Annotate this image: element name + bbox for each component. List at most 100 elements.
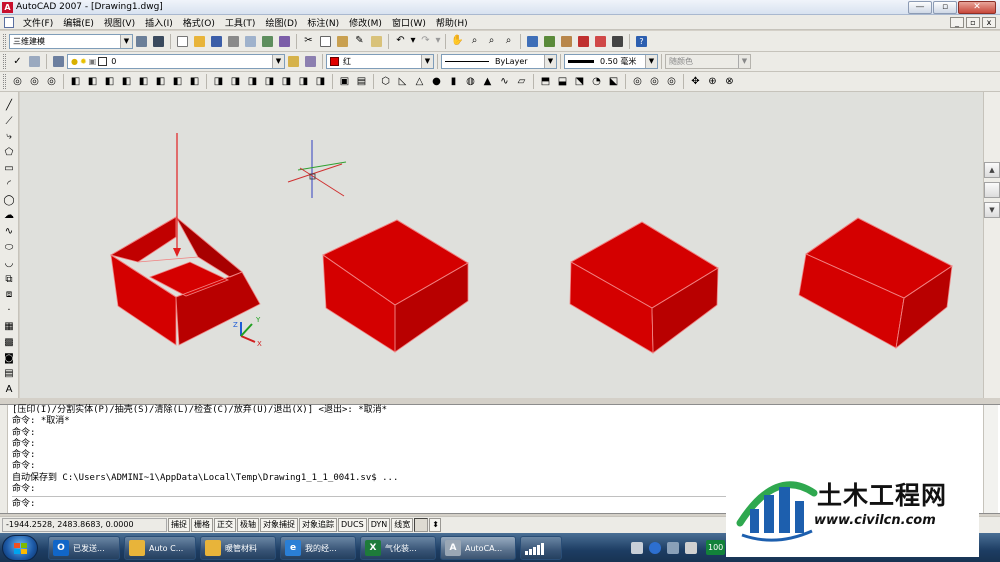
model-layout-icon[interactable] — [414, 518, 429, 532]
taskbar-item-autocad[interactable]: A AutoCA... — [440, 536, 516, 560]
copy-faces-icon[interactable]: ◧ — [170, 74, 185, 89]
helix-icon[interactable]: ∿ — [497, 74, 512, 89]
workspace-settings-icon[interactable] — [134, 34, 149, 49]
menu-edit[interactable]: 编辑(E) — [58, 16, 99, 29]
construction-line-icon[interactable]: ⟋ — [2, 115, 17, 129]
menu-tools[interactable]: 工具(T) — [220, 16, 261, 29]
markup-icon[interactable] — [593, 34, 608, 49]
subtract-solid-icon[interactable]: ◎ — [647, 74, 662, 89]
zoom-window-icon[interactable]: ⌕ — [484, 34, 499, 49]
color-edges-icon[interactable]: ◨ — [228, 74, 243, 89]
gradient-icon[interactable]: ▩ — [2, 336, 17, 350]
undo-icon[interactable]: ↶ — [393, 34, 408, 49]
ducs-toggle[interactable]: DUCS — [338, 518, 367, 532]
box-solid-4[interactable] — [798, 217, 953, 349]
paste-icon[interactable] — [335, 34, 350, 49]
box-primitive-icon[interactable]: ⬡ — [378, 74, 393, 89]
minimize-button[interactable]: — — [908, 0, 932, 14]
workspace-select[interactable]: 三维建模 ▼ — [9, 33, 133, 49]
tool-palettes-icon[interactable] — [559, 34, 574, 49]
union-solid-icon[interactable]: ◎ — [630, 74, 645, 89]
shell-icon[interactable]: ◨ — [296, 74, 311, 89]
new-file-icon[interactable] — [175, 34, 190, 49]
help-icon[interactable] — [649, 542, 661, 554]
multiline-text-icon[interactable]: A — [2, 383, 17, 397]
extrude-icon[interactable]: ⬒ — [538, 74, 553, 89]
restore-button[interactable]: ▫ — [933, 0, 957, 14]
network-icon[interactable] — [667, 542, 679, 554]
wedge-icon[interactable]: ◺ — [395, 74, 410, 89]
dyn-toggle[interactable]: DYN — [367, 518, 391, 532]
presspull-icon[interactable]: ⬓ — [555, 74, 570, 89]
snap-toggle[interactable]: 捕捉 — [168, 518, 190, 532]
sphere-icon[interactable]: ● — [429, 74, 444, 89]
drawing-vertical-scrollbar[interactable]: ▲ ▼ — [983, 92, 1000, 398]
taper-faces-icon[interactable]: ◧ — [153, 74, 168, 89]
extrude-faces-icon[interactable]: ◧ — [68, 74, 83, 89]
line-icon[interactable]: ╱ — [2, 99, 17, 113]
color-faces-icon[interactable]: ◧ — [187, 74, 202, 89]
insert-block-icon[interactable]: ⧉ — [2, 273, 17, 287]
polygon-icon[interactable]: ⬠ — [2, 146, 17, 160]
block-editor-icon[interactable] — [369, 34, 384, 49]
volume-icon[interactable] — [685, 542, 697, 554]
separate-icon[interactable]: ◨ — [279, 74, 294, 89]
check-icon[interactable]: ◨ — [313, 74, 328, 89]
cylinder-icon[interactable]: ▮ — [446, 74, 461, 89]
drawing-close-button[interactable]: x — [982, 17, 996, 28]
drawing-area[interactable]: X Y Z — [20, 92, 983, 398]
start-button[interactable] — [2, 535, 38, 561]
layer-select[interactable]: ● ✹ ▣ 0 ▼ — [67, 54, 285, 69]
pyramid-icon[interactable]: ▲ — [480, 74, 495, 89]
3d-rotate-icon[interactable]: ⊕ — [705, 74, 720, 89]
arc-icon[interactable]: ◜ — [2, 178, 17, 192]
battery-indicator[interactable]: 100 — [706, 540, 726, 555]
taskbar-item-outlook[interactable]: O 已发送... — [48, 536, 120, 560]
toolbar-grip[interactable] — [3, 74, 6, 89]
menu-window[interactable]: 窗口(W) — [387, 16, 431, 29]
move-faces-icon[interactable]: ◧ — [85, 74, 100, 89]
keyboard-icon[interactable] — [631, 542, 643, 554]
hatch-icon[interactable]: ▦ — [2, 320, 17, 334]
command-window-grip[interactable] — [0, 405, 8, 513]
3d-move-icon[interactable]: ✥ — [688, 74, 703, 89]
layer-isolate-icon[interactable] — [303, 54, 318, 69]
otrack-toggle[interactable]: 对象追踪 — [299, 518, 337, 532]
command-window-scrollbar[interactable] — [983, 405, 998, 513]
ellipse-arc-icon[interactable]: ◡ — [2, 257, 17, 271]
save-icon[interactable] — [209, 34, 224, 49]
publish-icon[interactable] — [260, 34, 275, 49]
menu-insert[interactable]: 插入(I) — [140, 16, 178, 29]
layer-properties-icon[interactable] — [51, 54, 66, 69]
grid-toggle[interactable]: 栅格 — [191, 518, 213, 532]
rectangle-icon[interactable]: ▭ — [2, 162, 17, 176]
toolbar-grip[interactable] — [3, 54, 6, 69]
revision-cloud-icon[interactable]: ☁ — [2, 210, 17, 224]
ortho-toggle[interactable]: 正交 — [214, 518, 236, 532]
box-solid-2[interactable] — [322, 219, 469, 353]
lineweight-select[interactable]: 0.50 毫米 ▼ — [564, 54, 658, 69]
zoom-previous-icon[interactable]: ⌕ — [501, 34, 516, 49]
box-solid-3[interactable] — [569, 221, 719, 354]
undo-dropdown-icon[interactable]: ▾ — [410, 34, 416, 49]
osnap-toggle[interactable]: 对象捕捉 — [260, 518, 298, 532]
spline-icon[interactable]: ∿ — [2, 225, 17, 239]
taskbar-item-ie[interactable]: e 我的经... — [280, 536, 356, 560]
scroll-down-icon[interactable]: ▼ — [984, 202, 1000, 218]
taskbar-item-signal[interactable] — [520, 536, 562, 560]
3d-dwf-icon[interactable] — [277, 34, 292, 49]
polysolid-icon[interactable]: ▤ — [354, 74, 369, 89]
layer-previous-icon[interactable] — [27, 54, 42, 69]
drawing-minimize-button[interactable]: _ — [950, 17, 964, 28]
print-icon[interactable] — [226, 34, 241, 49]
sweep-icon[interactable]: ⬔ — [572, 74, 587, 89]
circle-icon[interactable]: ◯ — [2, 194, 17, 208]
menu-modify[interactable]: 修改(M) — [344, 16, 387, 29]
open-file-icon[interactable] — [192, 34, 207, 49]
sheet-set-icon[interactable] — [576, 34, 591, 49]
match-properties-icon[interactable]: ✎ — [352, 34, 367, 49]
polyline-icon[interactable]: ⤷ — [2, 131, 17, 145]
scroll-up-icon[interactable]: ▲ — [984, 162, 1000, 178]
menu-draw[interactable]: 绘图(D) — [260, 16, 302, 29]
workspace-save-icon[interactable] — [151, 34, 166, 49]
